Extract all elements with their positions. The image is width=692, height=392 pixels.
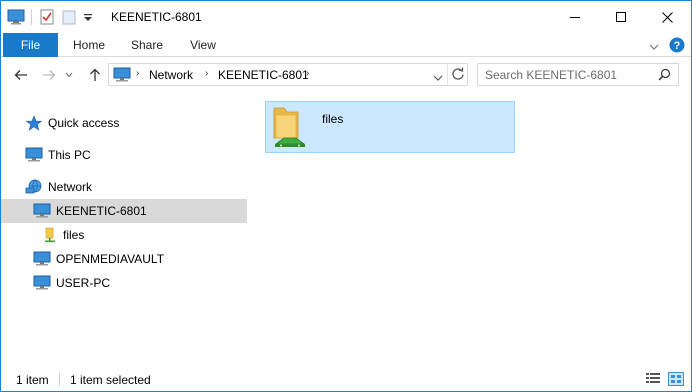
nav-item-files[interactable]: files bbox=[1, 223, 247, 247]
nav-label: files bbox=[63, 228, 85, 242]
computer-icon bbox=[25, 147, 43, 163]
forward-arrow-icon bbox=[43, 70, 56, 80]
help-icon[interactable]: ? bbox=[669, 37, 685, 56]
nav-label: KEENETIC-6801 bbox=[56, 204, 147, 218]
title-bar: KEENETIC-6801 bbox=[1, 1, 691, 33]
tab-home[interactable]: Home bbox=[63, 33, 115, 57]
computer-icon[interactable] bbox=[7, 8, 25, 26]
computer-icon bbox=[33, 251, 51, 267]
item-name: files bbox=[322, 112, 344, 126]
svg-text:?: ? bbox=[674, 40, 681, 52]
address-row: › Network › KEENETIC-6801 › bbox=[1, 57, 691, 93]
address-bar[interactable]: › Network › KEENETIC-6801 › bbox=[108, 63, 468, 86]
nav-label: This PC bbox=[48, 148, 91, 162]
maximize-button[interactable] bbox=[598, 1, 644, 33]
toolbar-separator bbox=[31, 9, 32, 25]
network-share-icon bbox=[43, 227, 61, 243]
explorer-window: KEENETIC-6801 File Home Share View ? › N… bbox=[0, 0, 692, 392]
search-box[interactable] bbox=[477, 63, 679, 86]
nav-item-openmediavault[interactable]: OPENMEDIAVAULT bbox=[1, 247, 247, 271]
breadcrumb-separator-icon[interactable]: › bbox=[205, 68, 208, 79]
breadcrumb-separator-icon[interactable]: › bbox=[306, 68, 309, 79]
close-icon bbox=[661, 11, 673, 23]
nav-label: Quick access bbox=[48, 116, 120, 130]
network-share-icon bbox=[270, 104, 310, 150]
tab-file[interactable]: File bbox=[3, 33, 58, 57]
search-input[interactable] bbox=[485, 67, 655, 82]
network-icon bbox=[25, 179, 43, 195]
breadcrumb-separator-icon[interactable]: › bbox=[136, 68, 139, 79]
tab-share[interactable]: Share bbox=[121, 33, 173, 57]
properties-icon[interactable] bbox=[38, 8, 56, 26]
chevron-down-icon bbox=[65, 72, 73, 78]
back-arrow-icon bbox=[14, 70, 27, 80]
customize-toolbar-chevron-icon[interactable] bbox=[82, 8, 94, 26]
forward-button[interactable] bbox=[39, 65, 59, 85]
nav-item-user-pc[interactable]: USER-PC bbox=[1, 271, 247, 295]
file-list: files bbox=[247, 93, 691, 365]
computer-icon bbox=[33, 275, 51, 291]
close-button[interactable] bbox=[644, 1, 690, 33]
star-icon bbox=[25, 115, 43, 131]
maximize-icon bbox=[616, 12, 626, 22]
search-icon[interactable] bbox=[658, 68, 671, 84]
quick-access-toolbar bbox=[7, 7, 98, 27]
ribbon-controls: ? bbox=[649, 37, 685, 56]
details-view-icon[interactable] bbox=[645, 372, 661, 386]
new-folder-icon[interactable] bbox=[60, 8, 78, 26]
nav-label: Network bbox=[48, 180, 93, 194]
nav-item-this-pc[interactable]: This PC bbox=[1, 143, 247, 167]
breadcrumb-keenetic[interactable]: KEENETIC-6801 bbox=[218, 68, 309, 82]
up-button[interactable] bbox=[85, 65, 105, 85]
window-title: KEENETIC-6801 bbox=[111, 10, 202, 24]
up-arrow-icon bbox=[90, 68, 100, 81]
nav-label: OPENMEDIAVAULT bbox=[56, 252, 165, 266]
tab-view[interactable]: View bbox=[177, 33, 229, 57]
nav-item-quick-access[interactable]: Quick access bbox=[1, 111, 247, 135]
computer-icon bbox=[33, 203, 51, 219]
address-history-chevron-icon[interactable] bbox=[433, 71, 443, 85]
nav-item-network[interactable]: Network bbox=[1, 175, 247, 199]
status-bar: 1 item 1 item selected bbox=[1, 367, 691, 391]
recent-locations-button[interactable] bbox=[63, 65, 75, 85]
selected-count: 1 item selected bbox=[70, 373, 151, 387]
nav-item-keenetic[interactable]: KEENETIC-6801 bbox=[1, 199, 247, 223]
navigation-pane: Quick access This PC Network KEENETIC-68… bbox=[1, 93, 247, 365]
minimize-button[interactable] bbox=[552, 1, 598, 33]
back-button[interactable] bbox=[11, 65, 31, 85]
nav-label: USER-PC bbox=[56, 276, 111, 290]
breadcrumb-network[interactable]: Network bbox=[149, 68, 193, 82]
minimize-icon bbox=[570, 17, 580, 18]
item-count: 1 item bbox=[16, 373, 49, 387]
ribbon-tabs: File Home Share View ? bbox=[1, 33, 691, 57]
refresh-icon[interactable] bbox=[451, 67, 465, 84]
list-item[interactable]: files bbox=[265, 101, 515, 153]
large-icons-view-icon[interactable] bbox=[668, 372, 684, 386]
expand-ribbon-chevron-icon[interactable] bbox=[649, 40, 659, 54]
address-divider bbox=[447, 64, 448, 85]
status-divider bbox=[59, 373, 60, 386]
network-computer-icon bbox=[113, 67, 131, 83]
